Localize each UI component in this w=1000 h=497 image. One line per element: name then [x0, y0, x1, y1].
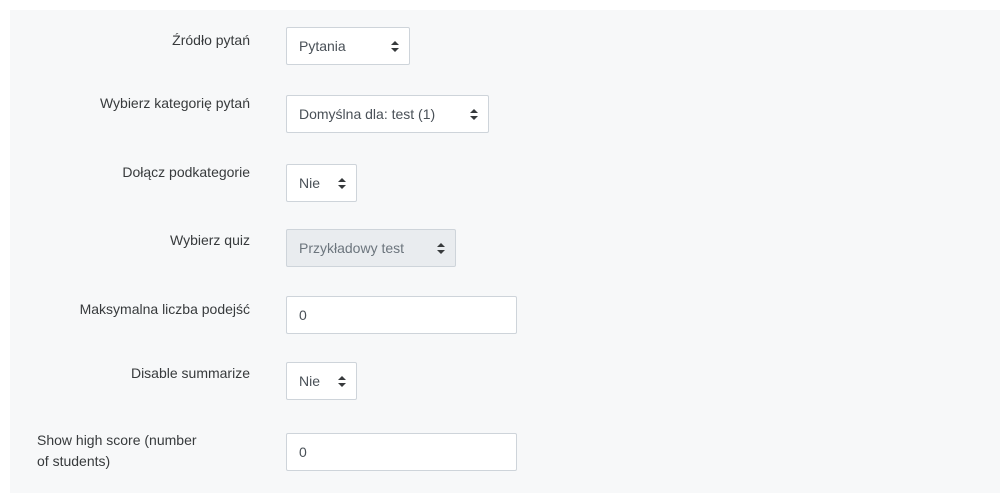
disable-summarize-select[interactable]: Nie	[286, 362, 357, 400]
up-down-caret-icon	[338, 363, 346, 387]
up-down-caret-icon	[391, 28, 399, 52]
settings-form-panel: Źródło pytań Pytania Wybierz kategorię p…	[10, 10, 1000, 493]
question-category-value: Domyślna dla: test (1)	[299, 106, 436, 122]
question-category-label: Wybierz kategorię pytań	[99, 95, 250, 111]
choose-quiz-value: Przykładowy test	[299, 240, 405, 256]
include-subcategories-select[interactable]: Nie	[286, 164, 357, 202]
up-down-caret-icon	[338, 165, 346, 189]
include-subcategories-label: Dołącz podkategorie	[122, 164, 250, 180]
question-source-select[interactable]: Pytania	[286, 27, 410, 65]
question-source-value: Pytania	[299, 38, 346, 54]
choose-quiz-select[interactable]: Przykładowy test	[286, 229, 456, 267]
max-attempts-input[interactable]: 0	[286, 296, 517, 334]
show-high-score-label-line2: of students)	[37, 453, 111, 469]
disable-summarize-label: Disable summarize	[130, 365, 250, 381]
max-attempts-value: 0	[299, 307, 307, 323]
choose-quiz-label: Wybierz quiz	[169, 232, 250, 248]
question-source-label: Źródło pytań	[172, 32, 250, 48]
show-high-score-label: Show high score (number of students)	[37, 430, 252, 472]
up-down-caret-icon	[437, 230, 445, 254]
question-category-select[interactable]: Domyślna dla: test (1)	[286, 95, 489, 133]
max-attempts-label: Maksymalna liczba podejść	[79, 301, 250, 317]
disable-summarize-value: Nie	[299, 373, 321, 389]
show-high-score-input[interactable]: 0	[286, 433, 517, 471]
up-down-caret-icon	[470, 96, 478, 120]
include-subcategories-value: Nie	[299, 175, 321, 191]
show-high-score-value: 0	[299, 444, 307, 460]
show-high-score-label-line1: Show high score (number	[37, 432, 197, 448]
